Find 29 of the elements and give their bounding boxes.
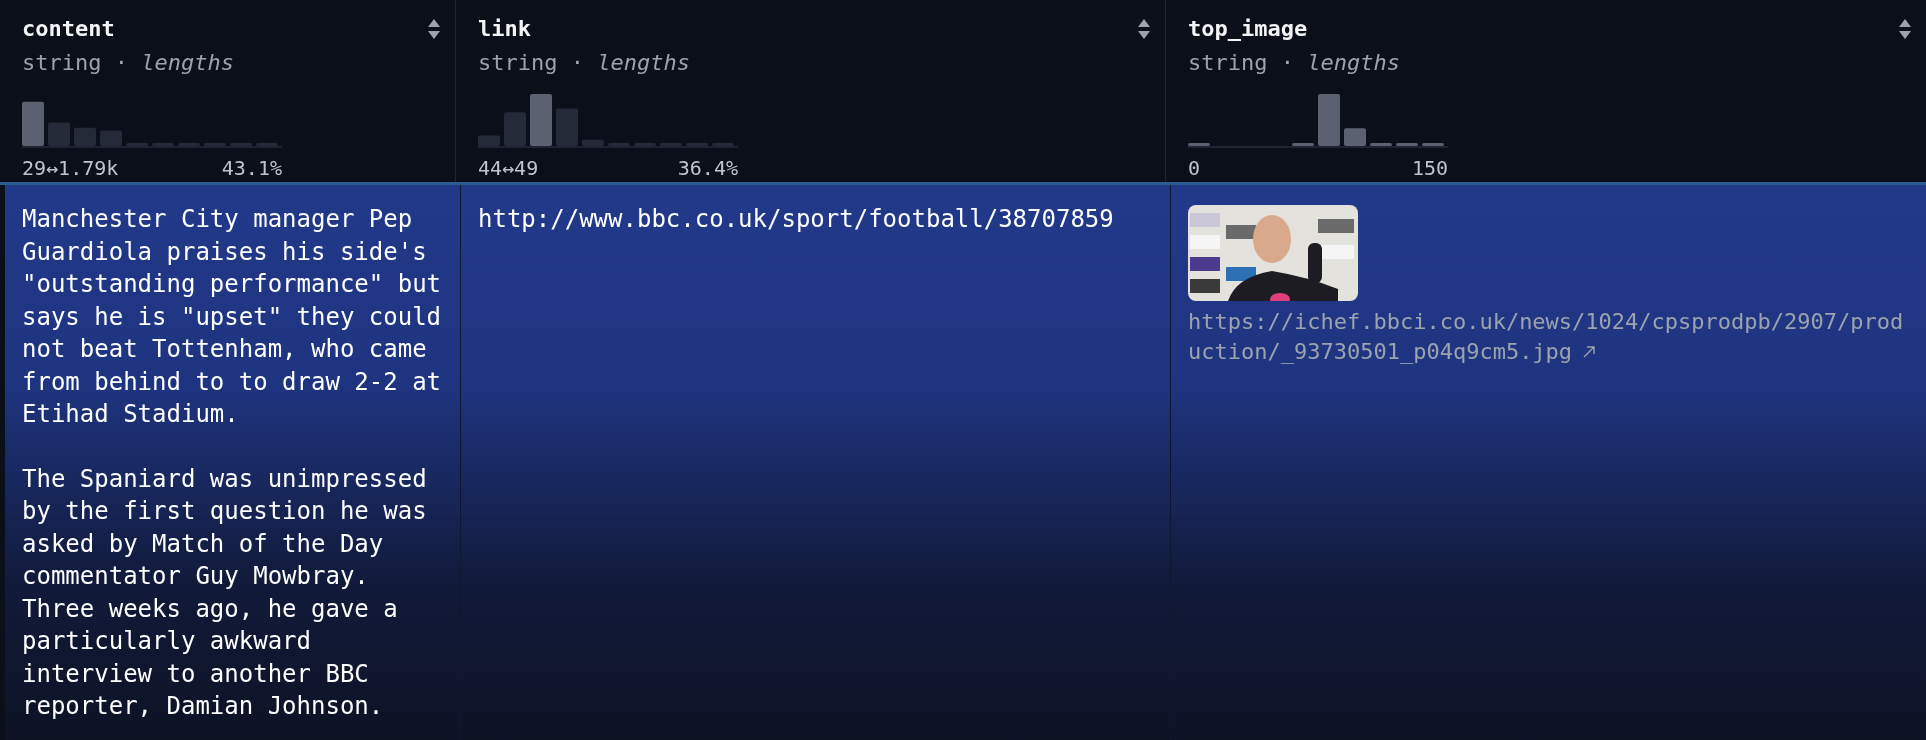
sort-icon[interactable]	[1137, 18, 1151, 40]
histogram-bar	[1344, 128, 1366, 146]
sort-icon[interactable]	[427, 18, 441, 40]
cell-text: Manchester City manager Pep Guardiola praises his side's "outstanding performance" but says he is "upset" they could not beat Tottenham, who came from behind to to draw 2-2 at Etihad Stadium.	[22, 204, 442, 430]
range-label: 36.4%	[677, 155, 738, 182]
cell-text: The Spaniard was unimpressed by the first question he was asked by Match of the Day commentator Guy Mowbray. Three weeks ago, he gave a particularly awkward interview to another BBC reporter, Damian Johnson.	[22, 463, 428, 722]
range-label: 44↔49	[478, 155, 539, 182]
histogram-bar	[1422, 143, 1444, 146]
column-name: top_image	[1188, 15, 1308, 43]
column-type: string · lengths	[478, 49, 691, 77]
column-name: link	[478, 15, 531, 43]
image-url[interactable]: https://ichef.bbci.co.uk/news/1024/cpsprodpb/2907/production/_93730501_p04q9cm5.jpg	[1188, 307, 1908, 367]
histogram-bar	[530, 94, 552, 146]
histogram-bar	[1370, 143, 1392, 146]
range-label: 150	[1411, 155, 1448, 182]
histogram-bar	[1396, 143, 1418, 146]
cell-text: http://www.bbc.co.uk/sport/football/38707859	[478, 204, 1115, 235]
histogram-bar	[22, 101, 44, 146]
histogram-bar	[1318, 94, 1340, 146]
column-type: string · lengths	[22, 49, 235, 77]
external-link-icon[interactable]	[1582, 345, 1597, 359]
sort-icon[interactable]	[1898, 18, 1912, 40]
histogram-bar	[1292, 143, 1314, 146]
column-type: string · lengths	[1188, 49, 1401, 77]
range-label: 43.1%	[221, 155, 282, 182]
range-label: 29↔1.79k	[22, 155, 119, 182]
range-label: 0	[1188, 155, 1201, 182]
histogram-bar	[1188, 143, 1210, 146]
column-name: content	[22, 15, 115, 43]
